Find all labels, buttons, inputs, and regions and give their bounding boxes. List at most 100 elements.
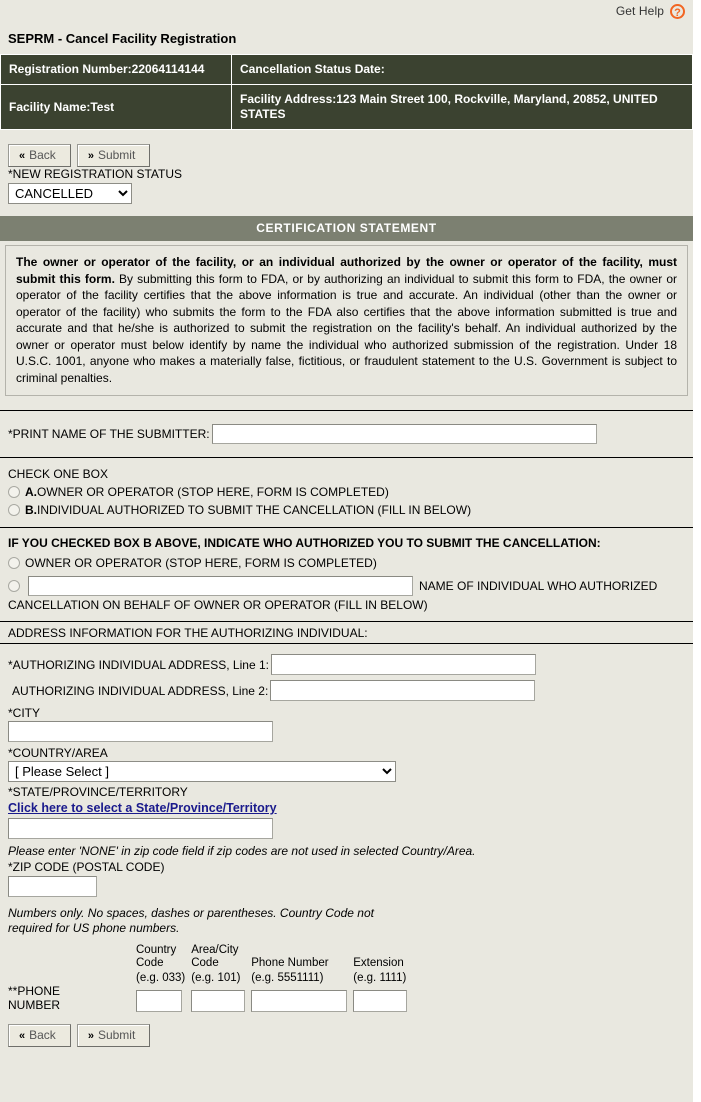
phone-note-line2: required for US phone numbers. <box>8 921 180 935</box>
phone-example-spacer <box>8 972 136 984</box>
country-code-input[interactable] <box>136 990 182 1012</box>
radio-b-text: INDIVIDUAL AUTHORIZED TO SUBMIT THE CANC… <box>37 503 472 517</box>
submit-button-label: Submit <box>97 148 136 162</box>
phone-note-line1: Numbers only. No spaces, dashes or paren… <box>8 906 374 920</box>
phone-col-phone-number-l1: Phone Number <box>251 957 329 969</box>
zip-note: Please enter 'NONE' in zip code field if… <box>8 844 476 858</box>
authorizer-name-second-line: CANCELLATION ON BEHALF OF OWNER OR OPERA… <box>8 598 428 612</box>
zip-label: *ZIP CODE (POSTAL CODE) <box>8 860 165 874</box>
country-label: *COUNTRY/AREA <box>8 746 108 760</box>
back-button-label-bottom: Back <box>29 1028 56 1042</box>
phone-header-spacer <box>8 944 136 972</box>
submit-button-label-bottom: Submit <box>97 1028 136 1042</box>
state-input[interactable] <box>8 818 273 839</box>
select-state-link[interactable]: Click here to select a State/Province/Te… <box>8 801 277 815</box>
phone-cell-phone-number <box>251 984 353 1012</box>
page-container: Get Help? SEPRM - Cancel Facility Regist… <box>0 0 693 1102</box>
phone-col-extension-l1: Extension <box>353 957 404 969</box>
country-area-select[interactable]: [ Please Select ] <box>8 761 396 782</box>
phone-header-row: Country Code Area/City Code Phone Number E… <box>8 944 413 972</box>
box-b-title: IF YOU CHECKED BOX B ABOVE, INDICATE WHO… <box>8 536 601 550</box>
authorizer-name-after-text: NAME OF INDIVIDUAL WHO AUTHORIZED <box>419 579 658 593</box>
phone-col-country-code: Country Code <box>136 944 191 972</box>
top-button-row: «Back» Submit <box>0 138 693 167</box>
state-section: *STATE/PROVINCE/TERRITORY Click here to … <box>0 782 693 936</box>
radio-option-b[interactable]: B.INDIVIDUAL AUTHORIZED TO SUBMIT THE CA… <box>8 503 693 517</box>
phone-section: Country Code Area/City Code Phone Number E… <box>0 937 693 1012</box>
phone-number-label-l1: **PHONE <box>8 984 61 998</box>
address-information-title: ADDRESS INFORMATION FOR THE AUTHORIZING … <box>8 626 368 640</box>
address-line2-row: AUTHORIZING INDIVIDUAL ADDRESS, Line 2: <box>8 680 693 701</box>
phone-example-country-code: (e.g. 033) <box>136 972 186 984</box>
submit-button-bottom[interactable]: » Submit <box>76 1024 151 1047</box>
check-one-box-title: CHECK ONE BOX <box>8 467 109 481</box>
phone-number-input[interactable] <box>251 990 348 1012</box>
phone-number-label: **PHONE NUMBER <box>8 984 136 1012</box>
radio-option-a[interactable]: A.OWNER OR OPERATOR (STOP HERE, FORM IS … <box>8 485 693 499</box>
phone-number-label-l2: NUMBER <box>8 998 61 1012</box>
table-row: Facility Name:Test Facility Address:123 … <box>0 84 693 130</box>
certification-statement-body: The owner or operator of the facility, o… <box>5 245 688 396</box>
back-button-top[interactable]: «Back <box>8 144 71 167</box>
address-line2-input[interactable] <box>270 680 536 701</box>
radio-a-label: A.OWNER OR OPERATOR (STOP HERE, FORM IS … <box>25 485 389 499</box>
phone-number-table: Country Code Area/City Code Phone Number E… <box>8 944 413 1012</box>
phone-col-country-code-l2: Code <box>136 957 164 969</box>
submitter-row: *PRINT NAME OF THE SUBMITTER: <box>0 411 693 457</box>
box-b-section: IF YOU CHECKED BOX B ABOVE, INDICATE WHO… <box>0 528 693 621</box>
state-label: *STATE/PROVINCE/TERRITORY <box>8 785 188 799</box>
certification-statement-header: CERTIFICATION STATEMENT <box>0 216 693 241</box>
radio-b-label: B.INDIVIDUAL AUTHORIZED TO SUBMIT THE CA… <box>25 503 471 517</box>
box-b-radio-named[interactable]: NAME OF INDIVIDUAL WHO AUTHORIZED <box>8 576 693 596</box>
extension-input[interactable] <box>353 990 408 1012</box>
phone-input-row: **PHONE NUMBER <box>8 984 413 1012</box>
get-help-link[interactable]: Get Help <box>616 4 664 18</box>
area-code-input[interactable] <box>191 990 246 1012</box>
address-line2-label: AUTHORIZING INDIVIDUAL ADDRESS, Line 2: <box>12 683 269 698</box>
phone-example-extension: (e.g. 1111) <box>353 972 407 984</box>
help-question-icon[interactable]: ? <box>670 3 685 19</box>
authorizer-name-input[interactable] <box>28 576 413 596</box>
zip-input[interactable] <box>8 876 97 897</box>
facility-name-cell: Facility Name:Test <box>0 84 232 130</box>
phone-col-country-code-l1: Country <box>136 944 177 956</box>
page-title: SEPRM - Cancel Facility Registration <box>8 31 237 46</box>
new-registration-status-select[interactable]: CANCELLED <box>8 183 132 204</box>
help-bar: Get Help? <box>0 0 693 22</box>
registration-info-table: Registration Number:22064114144 Cancella… <box>0 54 693 130</box>
phone-cell-country-code <box>136 984 191 1012</box>
phone-col-area-code-l2: Code <box>191 957 219 969</box>
radio-owner-label: OWNER OR OPERATOR (STOP HERE, FORM IS CO… <box>25 556 377 570</box>
phone-col-extension: Extension <box>353 944 413 972</box>
submitter-name-input[interactable] <box>211 424 597 444</box>
submit-button-top[interactable]: » Submit <box>76 144 151 167</box>
city-label: *CITY <box>8 706 41 720</box>
phone-col-phone-number: Phone Number <box>251 944 353 972</box>
address-section: *AUTHORIZING INDIVIDUAL ADDRESS, Line 1:… <box>0 644 693 760</box>
back-chevron-icon-bottom: « <box>19 1030 26 1042</box>
certification-body-text: By submitting this form to FDA, or by au… <box>16 271 677 385</box>
radio-a-icon[interactable] <box>8 486 20 498</box>
registration-number-cell: Registration Number:22064114144 <box>0 54 232 85</box>
radio-named-icon[interactable] <box>8 580 20 592</box>
submitter-name-label: *PRINT NAME OF THE SUBMITTER: <box>8 427 210 441</box>
cancellation-status-date-cell: Cancellation Status Date: <box>231 54 693 85</box>
phone-example-phone-number: (e.g. 5551111) <box>251 972 324 984</box>
phone-col-area-code-l1: Area/City <box>191 944 239 956</box>
phone-cell-extension <box>353 984 413 1012</box>
box-b-radio-owner[interactable]: OWNER OR OPERATOR (STOP HERE, FORM IS CO… <box>8 556 693 570</box>
radio-b-letter: B. <box>25 503 37 517</box>
submit-chevron-icon-bottom: » <box>87 1030 94 1042</box>
address-line1-input[interactable] <box>270 654 536 675</box>
table-row: Registration Number:22064114144 Cancella… <box>0 54 693 85</box>
city-input[interactable] <box>8 721 273 742</box>
phone-note: Numbers only. No spaces, dashes or paren… <box>8 906 693 936</box>
submit-chevron-icon: » <box>87 150 94 162</box>
radio-owner-icon[interactable] <box>8 557 20 569</box>
back-button-label: Back <box>29 148 56 162</box>
radio-b-icon[interactable] <box>8 504 20 516</box>
back-button-bottom[interactable]: «Back <box>8 1024 71 1047</box>
back-chevron-icon: « <box>19 150 26 162</box>
bottom-button-row: «Back» Submit <box>0 1012 693 1059</box>
